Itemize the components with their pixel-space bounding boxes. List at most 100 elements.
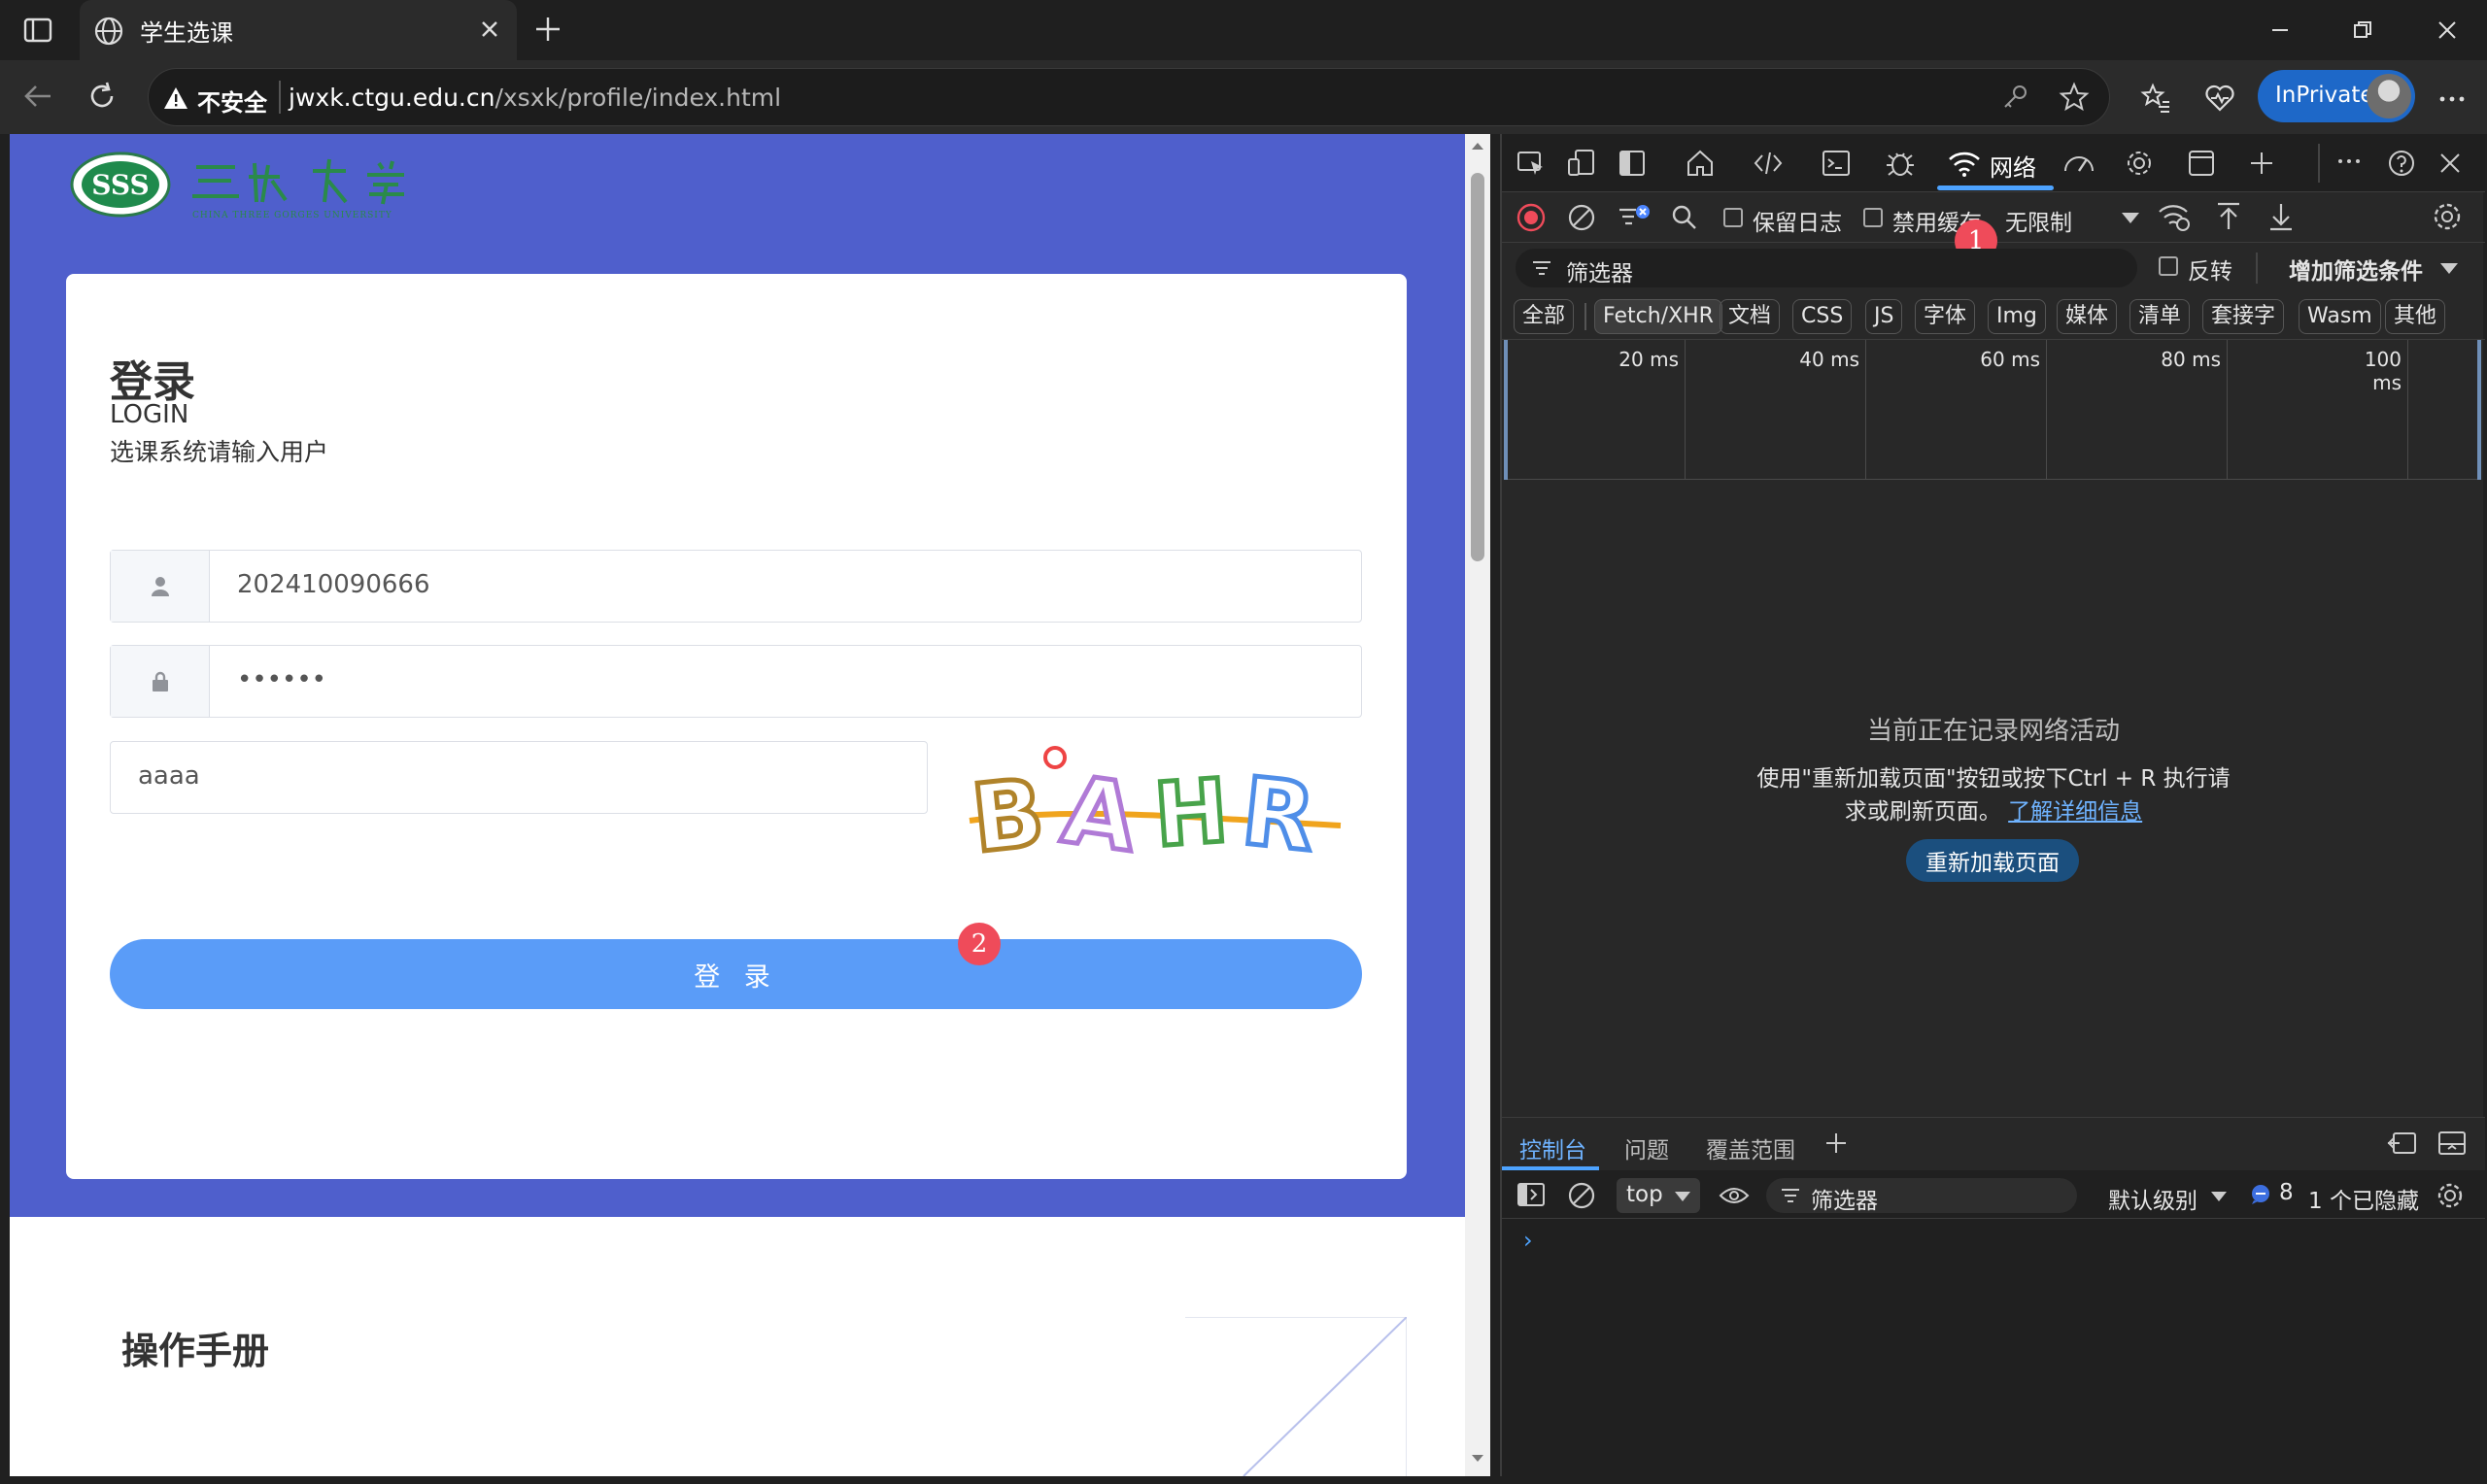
password-field[interactable]: •••••• <box>110 645 1362 718</box>
timeline-handle-left[interactable] <box>1504 340 1508 480</box>
url-text[interactable]: jwxk.ctgu.edu.cn/xsxk/profile/index.html <box>289 84 781 112</box>
type-filter-chip[interactable]: JS <box>1865 299 1903 334</box>
performance-icon[interactable] <box>2061 148 2096 179</box>
refresh-icon[interactable] <box>85 80 119 113</box>
close-devtools-icon[interactable] <box>2435 148 2466 179</box>
sources-bug-icon[interactable] <box>1885 148 1916 179</box>
type-filter-chip[interactable]: 文档 <box>1720 299 1781 334</box>
search-icon[interactable] <box>1669 202 1700 233</box>
invert-checkbox[interactable] <box>2159 256 2178 276</box>
type-filter-chip[interactable]: Wasm <box>2299 299 2381 334</box>
scroll-up-icon[interactable] <box>1471 140 1484 153</box>
new-tab-button[interactable] <box>532 14 563 45</box>
captcha-input[interactable]: aaaa <box>110 741 928 814</box>
download-icon[interactable] <box>2266 200 2297 233</box>
help-icon[interactable] <box>2386 148 2417 179</box>
type-filter-chip[interactable]: 其他 <box>2385 299 2446 334</box>
tab-console[interactable]: 控制台 <box>1519 1131 1586 1164</box>
restore-button[interactable] <box>2338 14 2387 47</box>
disable-cache-checkbox[interactable] <box>1863 208 1883 227</box>
username-value[interactable]: 202410090666 <box>237 570 430 599</box>
learn-more-link[interactable]: 了解详细信息 <box>2008 799 2142 825</box>
type-filter-chip[interactable]: 媒体 <box>2057 299 2118 334</box>
scroll-thumb[interactable] <box>1471 173 1484 561</box>
scroll-down-icon[interactable] <box>1471 1451 1484 1465</box>
timeline-tick-label: 40 ms <box>1799 348 1859 371</box>
type-filter-chip[interactable]: 清单 <box>2129 299 2191 334</box>
username-field[interactable]: 202410090666 <box>110 550 1362 623</box>
network-filter-input[interactable]: 筛选器 <box>1516 249 2137 287</box>
log-level-select[interactable]: 默认级别 <box>2108 1182 2197 1215</box>
back-arrow-icon[interactable] <box>21 80 54 113</box>
add-drawer-tab-icon[interactable] <box>1823 1130 1850 1157</box>
close-drawer-icon[interactable] <box>2436 1130 2468 1157</box>
more-tools-plus-icon[interactable] <box>2246 148 2277 179</box>
network-empty-state: 当前正在记录网络活动 使用"重新加载页面"按钮或按下Ctrl + R 执行请 求… <box>1502 711 2485 828</box>
tab-coverage[interactable]: 覆盖范围 <box>1706 1131 1795 1164</box>
sidebar-toggle-icon[interactable] <box>23 16 52 45</box>
key-icon[interactable] <box>2000 83 2029 112</box>
dock-drawer-icon[interactable] <box>2386 1130 2417 1157</box>
browser-essentials-icon[interactable] <box>2203 82 2236 115</box>
clear-icon[interactable] <box>1566 202 1597 233</box>
more-options-icon[interactable] <box>2334 148 2365 179</box>
context-select[interactable]: top <box>1617 1178 1700 1213</box>
captcha-letter: H <box>1151 760 1231 864</box>
clear-console-icon[interactable] <box>1566 1180 1597 1211</box>
close-window-button[interactable] <box>2423 14 2471 47</box>
elements-code-icon[interactable] <box>1753 148 1784 179</box>
tab-network[interactable]: 网络 <box>1937 134 2054 192</box>
welcome-home-icon[interactable] <box>1685 148 1716 179</box>
password-value[interactable]: •••••• <box>237 665 326 694</box>
more-menu-icon[interactable] <box>2436 84 2468 115</box>
timeline-handle-right[interactable] <box>2477 340 2481 480</box>
type-filter-chip[interactable]: 字体 <box>1915 299 1976 334</box>
message-bubble-icon <box>2250 1184 2271 1205</box>
timeline-gridline <box>2227 340 2228 480</box>
browser-tab[interactable]: 学生选课 <box>80 0 517 60</box>
preserve-log-checkbox[interactable] <box>1723 208 1743 227</box>
captcha-value[interactable]: aaaa <box>138 761 200 791</box>
captcha-image[interactable]: B A H R <box>960 738 1348 864</box>
dock-side-icon[interactable] <box>1617 148 1648 179</box>
console-settings-gear-icon[interactable] <box>2435 1180 2466 1211</box>
console-sidebar-icon[interactable] <box>1516 1180 1547 1209</box>
throttling-select[interactable]: 无限制 <box>2005 204 2072 237</box>
inprivate-badge[interactable]: InPrivate <box>2258 70 2415 122</box>
network-conditions-icon[interactable] <box>2157 200 2192 233</box>
console-icon[interactable] <box>1821 148 1852 179</box>
address-bar[interactable]: 不安全 jwxk.ctgu.edu.cn/xsxk/profile/index.… <box>148 68 2110 126</box>
upload-icon[interactable] <box>2213 200 2244 233</box>
type-filter-chip[interactable]: 全部 <box>1514 299 1575 334</box>
minimize-button[interactable] <box>2256 14 2304 47</box>
reload-page-button[interactable]: 重新加载页面 <box>1906 839 2079 882</box>
chevron-down-icon[interactable] <box>2209 1190 2229 1203</box>
settings-gear-icon[interactable] <box>2124 148 2155 179</box>
network-settings-gear-icon[interactable] <box>2431 200 2464 233</box>
filter-clear-icon[interactable] <box>1617 202 1652 233</box>
chevron-down-icon[interactable] <box>2438 260 2460 276</box>
type-filter-chip[interactable]: CSS <box>1792 299 1853 334</box>
device-emulation-icon[interactable] <box>1566 148 1597 179</box>
type-filter-chip[interactable]: Img <box>1988 299 2046 334</box>
type-filter-chip[interactable]: 套接字 <box>2202 299 2285 334</box>
captcha-letter: R <box>1237 757 1319 864</box>
console-prompt[interactable]: › <box>1523 1227 1533 1254</box>
inspect-element-icon[interactable] <box>1516 148 1547 179</box>
chevron-down-icon[interactable] <box>2120 210 2141 225</box>
network-timeline-overview[interactable]: 20 ms 40 ms 60 ms 80 ms 100 ms <box>1504 340 2481 480</box>
application-icon[interactable] <box>2186 148 2217 179</box>
tab-issues[interactable]: 问题 <box>1624 1131 1669 1164</box>
live-expression-eye-icon[interactable] <box>1718 1182 1751 1209</box>
login-button[interactable]: 登 录 <box>110 939 1362 1009</box>
close-tab-icon[interactable] <box>476 16 503 43</box>
record-stop-icon[interactable] <box>1516 202 1547 233</box>
console-filter-input[interactable]: 筛选器 <box>1766 1178 2077 1214</box>
page-scrollbar[interactable] <box>1465 134 1490 1476</box>
favorites-icon[interactable] <box>2139 82 2172 115</box>
favorite-star-icon[interactable] <box>2059 82 2090 113</box>
more-filters-button[interactable]: 增加筛选条件 <box>2289 253 2423 286</box>
type-filter-chip[interactable]: Fetch/XHR <box>1594 299 1722 334</box>
security-label[interactable]: 不安全 <box>197 84 267 118</box>
empty-state-title: 当前正在记录网络活动 <box>1866 717 2120 746</box>
